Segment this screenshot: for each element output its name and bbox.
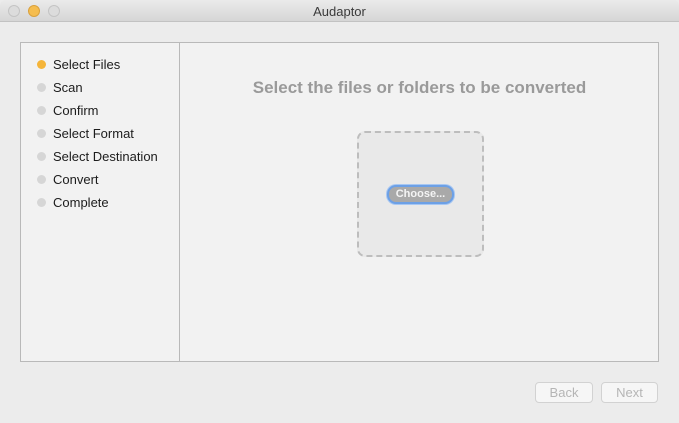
choose-button[interactable]: Choose...	[387, 185, 454, 204]
step-label: Convert	[53, 171, 99, 187]
page-heading: Select the files or folders to be conver…	[252, 78, 587, 97]
step-label: Select Files	[53, 56, 121, 72]
step-scan: Scan	[37, 77, 83, 97]
next-button[interactable]: Next	[601, 382, 658, 403]
step-indicator-dot	[37, 59, 46, 69]
step-select-format: Select Format	[37, 123, 134, 143]
wizard-panel: Select Files Scan Confirm Select Format …	[20, 42, 659, 362]
step-indicator-dot	[37, 105, 46, 115]
step-select-destination: Select Destination	[37, 146, 158, 166]
step-convert: Convert	[37, 169, 99, 189]
step-select-files: Select Files	[37, 54, 120, 74]
app-window: Audaptor Select Files Scan Confirm Selec…	[0, 0, 679, 423]
step-complete: Complete	[37, 192, 109, 212]
step-indicator-dot	[37, 197, 46, 207]
back-button[interactable]: Back	[535, 382, 593, 403]
step-indicator-dot	[37, 82, 46, 92]
step-confirm: Confirm	[37, 100, 99, 120]
step-label: Select Destination	[53, 148, 158, 164]
steps-sidebar: Select Files Scan Confirm Select Format …	[21, 43, 180, 361]
step-indicator-dot	[37, 174, 46, 184]
step-label: Complete	[53, 194, 109, 210]
title-bar: Audaptor	[0, 0, 679, 22]
file-drop-zone[interactable]: Choose...	[357, 131, 484, 257]
step-label: Confirm	[53, 102, 99, 118]
step-label: Select Format	[53, 125, 134, 141]
window-title: Audaptor	[313, 4, 366, 19]
step-indicator-dot	[37, 128, 46, 138]
step-indicator-dot	[37, 151, 46, 161]
step-label: Scan	[53, 79, 83, 95]
